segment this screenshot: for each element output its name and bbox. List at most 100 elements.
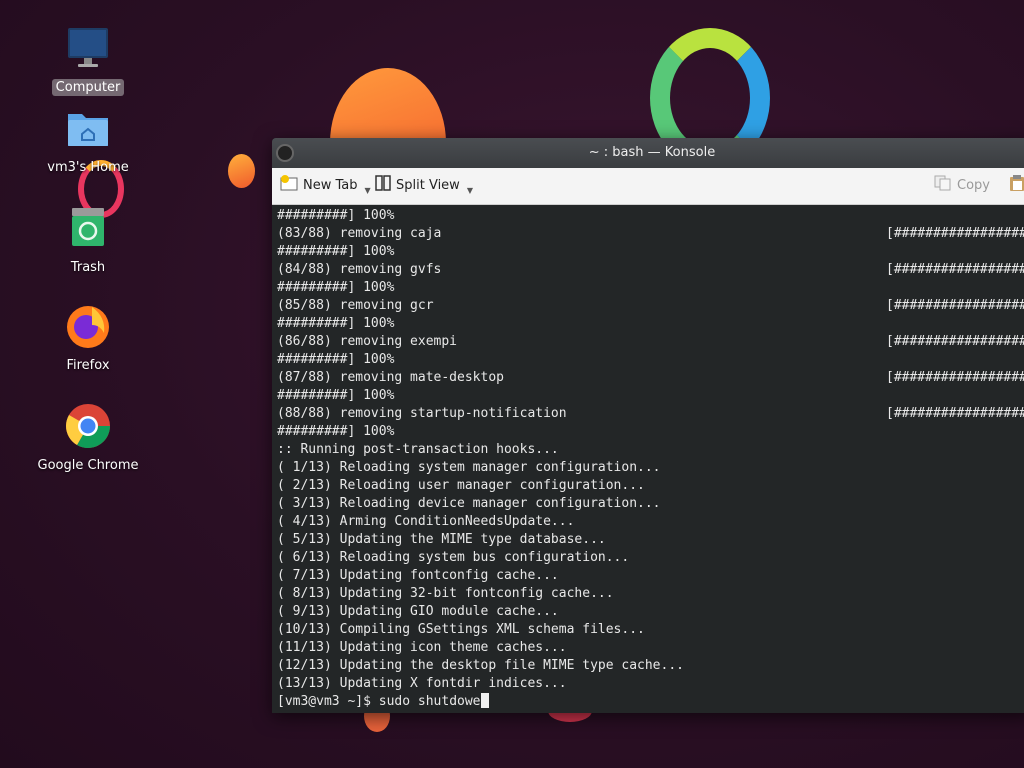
- terminal-line-text: (10/13) Compiling GSettings XML schema f…: [277, 622, 645, 637]
- progress-bar-text: [##################: [886, 334, 1024, 349]
- terminal-line-text: #########] 100%: [277, 352, 395, 367]
- wallpaper-small-orange-blob: [228, 154, 255, 188]
- terminal-line: ( 7/13) Updating fontconfig cache...: [277, 567, 1024, 585]
- terminal-line-text: #########] 100%: [277, 388, 395, 403]
- firefox-icon: [64, 302, 112, 350]
- progress-bar-text: [##################: [886, 226, 1024, 241]
- chrome-icon: [64, 402, 112, 450]
- terminal-line-text: (88/88) removing startup-notification: [277, 406, 567, 421]
- terminal-line: ( 2/13) Reloading user manager configura…: [277, 477, 1024, 495]
- terminal-line: :: Running post-transaction hooks...: [277, 441, 1024, 459]
- terminal-line-text: ( 5/13) Updating the MIME type database.…: [277, 532, 606, 547]
- chevron-down-icon[interactable]: ▼: [365, 181, 371, 201]
- paste-icon: [1008, 174, 1024, 199]
- terminal-line: ( 1/13) Reloading system manager configu…: [277, 459, 1024, 477]
- desktop-icon-label: Trash: [70, 260, 106, 275]
- terminal-line-text: (86/88) removing exempi: [277, 334, 458, 349]
- split-view-button[interactable]: Split View ▼: [375, 174, 473, 198]
- terminal-line-text: (85/88) removing gcr: [277, 298, 434, 313]
- home-folder-icon: [64, 104, 112, 152]
- terminal-line: (84/88) removing gvfs [##################: [277, 261, 1024, 279]
- paste-button[interactable]: [1008, 174, 1024, 199]
- terminal-line: ( 6/13) Reloading system bus configurati…: [277, 549, 1024, 567]
- terminal-line: (88/88) removing startup-notification [##…: [277, 405, 1024, 423]
- monitor-icon: [64, 24, 112, 72]
- copy-label: Copy: [957, 178, 990, 193]
- terminal-line-text: ( 2/13) Reloading user manager configura…: [277, 478, 645, 493]
- terminal-line-text: #########] 100%: [277, 424, 395, 439]
- terminal-line: (12/13) Updating the desktop file MIME t…: [277, 657, 1024, 675]
- terminal-line: (85/88) removing gcr [##################: [277, 297, 1024, 315]
- window-title: ~ : bash — Konsole: [588, 145, 716, 160]
- terminal-line: (10/13) Compiling GSettings XML schema f…: [277, 621, 1024, 639]
- terminal-line-text: #########] 100%: [277, 244, 395, 259]
- terminal-line: ( 9/13) Updating GIO module cache...: [277, 603, 1024, 621]
- terminal-line: ( 5/13) Updating the MIME type database.…: [277, 531, 1024, 549]
- terminal-line-text: #########] 100%: [277, 316, 395, 331]
- terminal-line-text: (12/13) Updating the desktop file MIME t…: [277, 658, 684, 673]
- shell-prompt: [vm3@vm3 ~]$: [277, 694, 379, 709]
- terminal-line-text: (13/13) Updating X fontdir indices...: [277, 676, 567, 691]
- terminal-line: #########] 100%: [277, 315, 1024, 333]
- new-tab-button[interactable]: New Tab ▼: [280, 174, 371, 198]
- chevron-down-icon[interactable]: ▼: [467, 181, 473, 201]
- terminal-line: #########] 100%: [277, 243, 1024, 261]
- trash-icon: [64, 204, 112, 252]
- copy-button[interactable]: Copy: [934, 175, 990, 198]
- progress-bar-text: [##################: [886, 262, 1024, 277]
- desktop-icon-label: Google Chrome: [37, 458, 139, 473]
- terminal-line: ( 8/13) Updating 32-bit fontconfig cache…: [277, 585, 1024, 603]
- window-titlebar[interactable]: ~ : bash — Konsole: [272, 138, 1024, 168]
- desktop-icon-computer[interactable]: Computer: [33, 24, 143, 96]
- progress-bar-text: [##################: [886, 406, 1024, 421]
- desktop-icon-firefox[interactable]: Firefox: [33, 302, 143, 374]
- desktop-icon-chrome[interactable]: Google Chrome: [33, 402, 143, 474]
- terminal-line-text: (83/88) removing caja: [277, 226, 442, 241]
- terminal-line: (87/88) removing mate-desktop [##########…: [277, 369, 1024, 387]
- terminal-output[interactable]: #########] 100% (83/88) removing caja [###…: [272, 205, 1024, 713]
- new-tab-label: New Tab: [303, 178, 358, 193]
- copy-icon: [934, 175, 952, 198]
- terminal-line-text: :: Running post-transaction hooks...: [277, 442, 559, 457]
- terminal-line-text: ( 6/13) Reloading system bus configurati…: [277, 550, 630, 565]
- desktop-icon-label: Firefox: [66, 358, 110, 373]
- terminal-line: #########] 100%: [277, 423, 1024, 441]
- desktop-icon-label: vm3's Home: [47, 160, 129, 175]
- terminal-line: ( 3/13) Reloading device manager configu…: [277, 495, 1024, 513]
- terminal-line-text: ( 9/13) Updating GIO module cache...: [277, 604, 559, 619]
- text-cursor: [480, 693, 489, 708]
- terminal-line-text: #########] 100%: [277, 280, 395, 295]
- terminal-line: ( 4/13) Arming ConditionNeedsUpdate...: [277, 513, 1024, 531]
- terminal-line-text: ( 7/13) Updating fontconfig cache...: [277, 568, 559, 583]
- prompt-line[interactable]: [vm3@vm3 ~]$ sudo shutdowe: [277, 693, 1024, 711]
- split-view-label: Split View: [396, 178, 460, 193]
- command-input[interactable]: sudo shutdowe: [379, 694, 481, 709]
- terminal-line: #########] 100%: [277, 207, 1024, 225]
- split-view-icon: [375, 174, 391, 198]
- window-menu-icon[interactable]: [276, 144, 294, 162]
- konsole-toolbar: New Tab ▼ Split View ▼ Copy: [272, 168, 1024, 205]
- terminal-line-text: ( 1/13) Reloading system manager configu…: [277, 460, 661, 475]
- terminal-line-text: (87/88) removing mate-desktop: [277, 370, 504, 385]
- terminal-line: #########] 100%: [277, 279, 1024, 297]
- terminal-line: #########] 100%: [277, 351, 1024, 369]
- terminal-line: #########] 100%: [277, 387, 1024, 405]
- terminal-line: (11/13) Updating icon theme caches...: [277, 639, 1024, 657]
- konsole-window[interactable]: ~ : bash — Konsole New Tab ▼ Split View …: [272, 138, 1024, 713]
- terminal-line: (83/88) removing caja [##################: [277, 225, 1024, 243]
- progress-bar-text: [##################: [886, 298, 1024, 313]
- new-tab-icon: [280, 174, 298, 198]
- desktop-icon-home[interactable]: vm3's Home: [33, 104, 143, 176]
- terminal-line-text: ( 4/13) Arming ConditionNeedsUpdate...: [277, 514, 575, 529]
- terminal-line: (86/88) removing exempi [################…: [277, 333, 1024, 351]
- terminal-line: (13/13) Updating X fontdir indices...: [277, 675, 1024, 693]
- terminal-line-text: (84/88) removing gvfs: [277, 262, 442, 277]
- desktop-icon-trash[interactable]: Trash: [33, 204, 143, 276]
- terminal-lines: #########] 100% (83/88) removing caja [###…: [277, 207, 1024, 693]
- terminal-line-text: ( 8/13) Updating 32-bit fontconfig cache…: [277, 586, 614, 601]
- progress-bar-text: [##################: [886, 370, 1024, 385]
- desktop-icon-label: Computer: [51, 79, 125, 96]
- terminal-line-text: (11/13) Updating icon theme caches...: [277, 640, 567, 655]
- terminal-line-text: #########] 100%: [277, 208, 395, 223]
- terminal-line-text: ( 3/13) Reloading device manager configu…: [277, 496, 661, 511]
